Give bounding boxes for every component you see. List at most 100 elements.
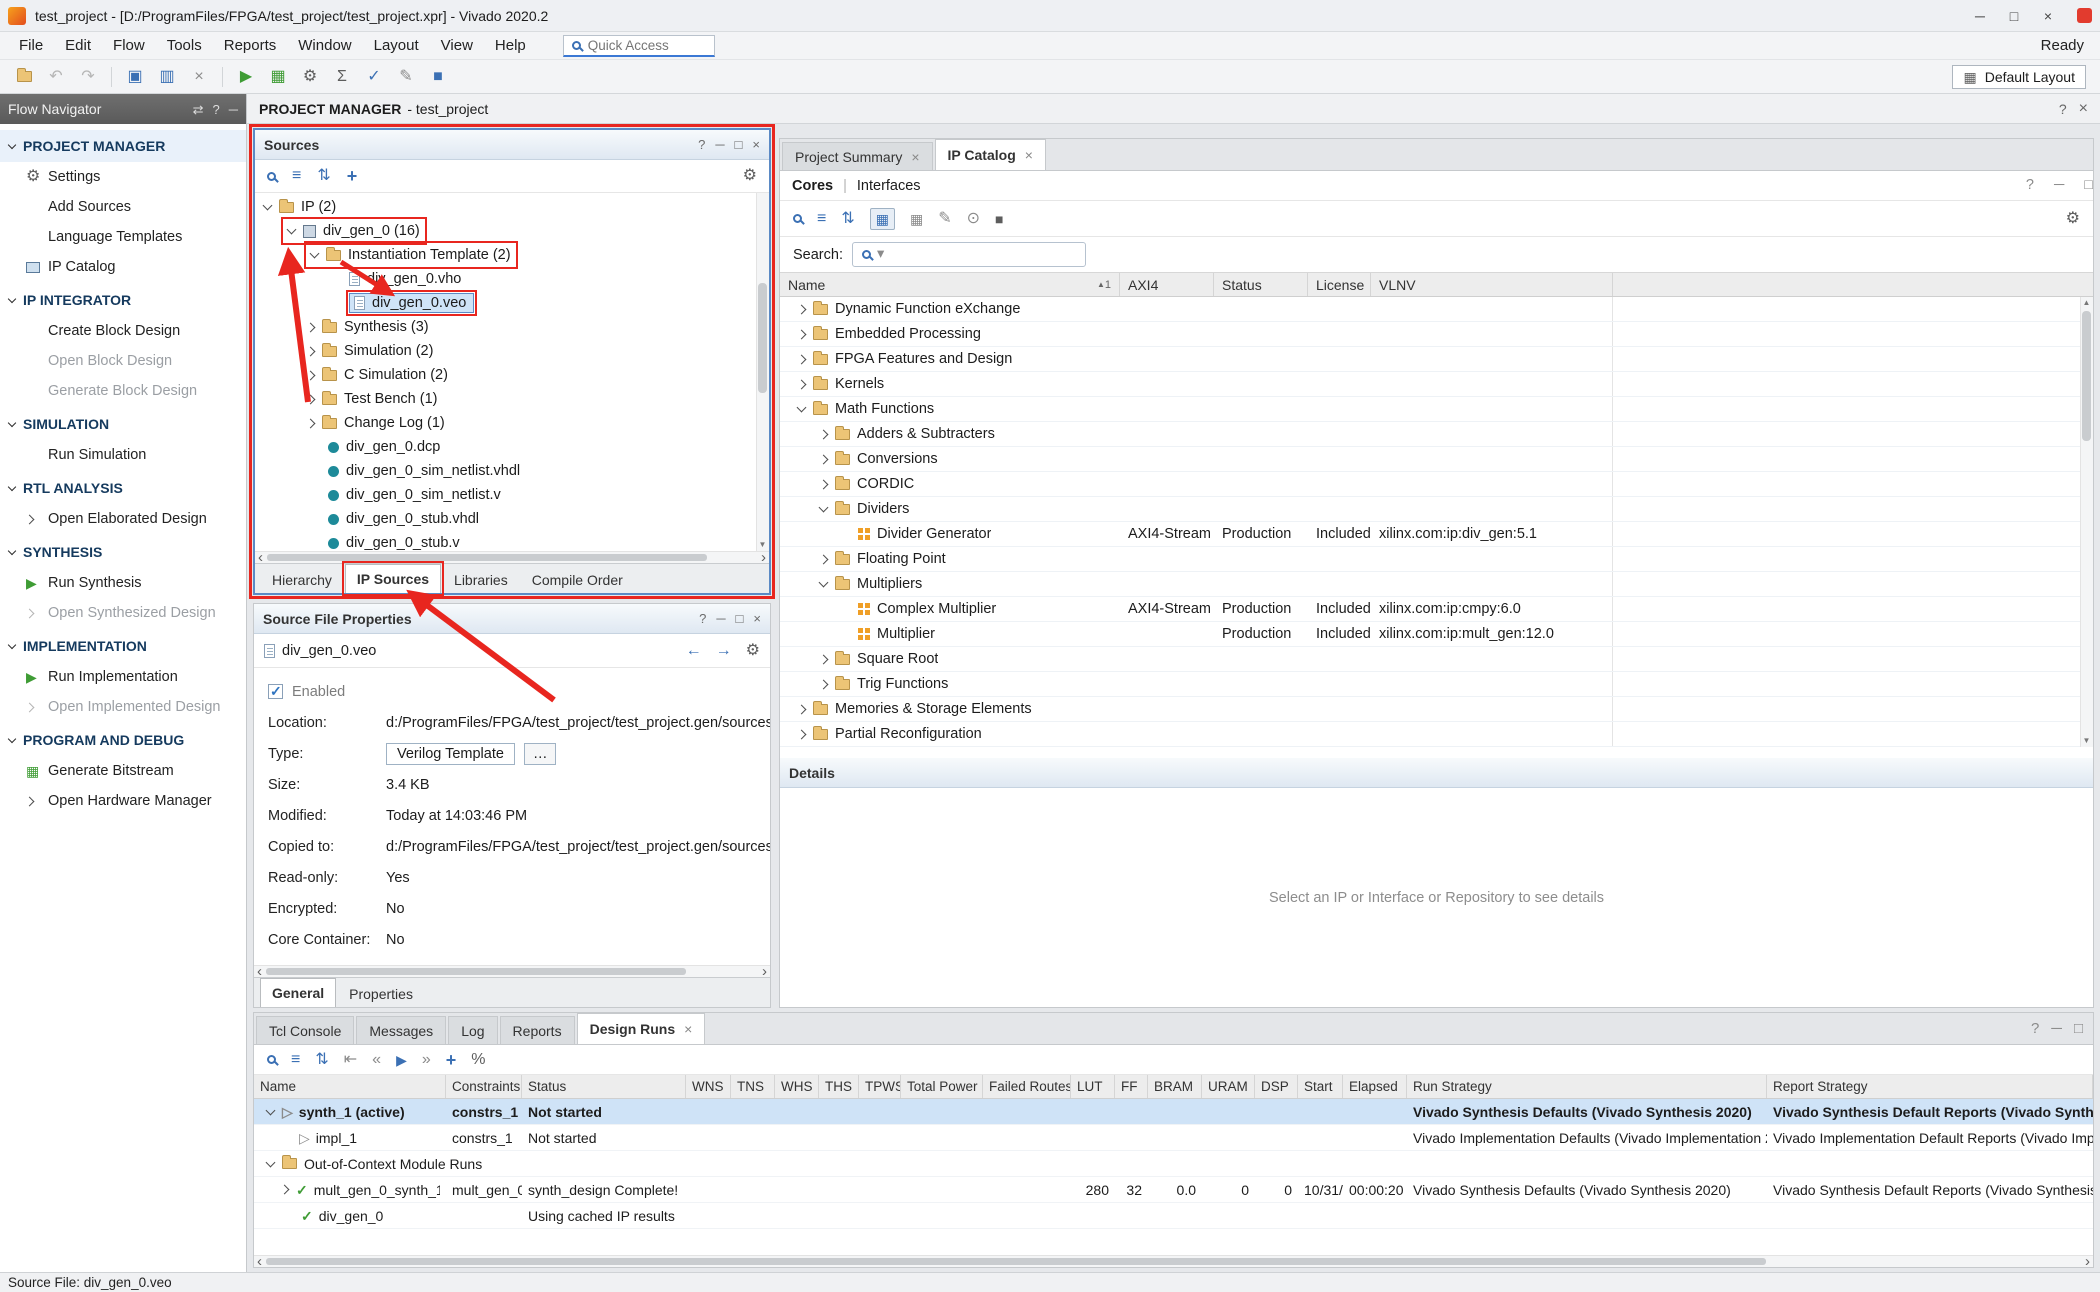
help-icon[interactable]	[2059, 102, 2067, 116]
search-icon[interactable]	[267, 1055, 276, 1064]
chevron-right-icon[interactable]	[306, 418, 316, 428]
tab-ip-sources[interactable]: IP Sources	[345, 564, 441, 593]
details-icon[interactable]	[995, 212, 1003, 226]
catalog-search-input[interactable]	[890, 247, 1076, 262]
flow-item-ip-catalog[interactable]: IP Catalog	[0, 252, 246, 282]
chevron-down-icon[interactable]	[819, 503, 829, 513]
tab-reports[interactable]: Reports	[500, 1016, 575, 1044]
tree-item-sim-netlist-vhdl[interactable]: div_gen_0_sim_netlist.vhdl	[255, 459, 769, 483]
minimize-panel-icon[interactable]	[2054, 178, 2064, 193]
chevron-right-icon[interactable]	[819, 654, 829, 664]
float-panel-icon[interactable]	[736, 612, 744, 625]
flow-item-run-implementation[interactable]: Run Implementation	[0, 662, 246, 692]
column-axi4[interactable]: AXI4	[1120, 273, 1214, 296]
menu-help[interactable]: Help	[484, 32, 537, 59]
tree-item-div-gen-0-veo[interactable]: div_gen_0.veo	[255, 291, 769, 315]
minimize-panel-icon[interactable]	[715, 138, 724, 151]
column-failed-routes[interactable]: Failed Routes	[983, 1075, 1071, 1098]
chevron-right-icon[interactable]	[819, 454, 829, 464]
tab-project-summary[interactable]: Project Summary	[782, 142, 933, 170]
collapse-all-icon[interactable]	[292, 168, 301, 184]
collapse-icon[interactable]	[229, 103, 238, 116]
minimize-panel-icon[interactable]	[716, 612, 725, 625]
catalog-row-complex-multiplier[interactable]: Complex MultiplierAXI4-StreamProductionI…	[780, 597, 2093, 622]
column-ths[interactable]: THS	[819, 1075, 859, 1098]
column-bram[interactable]: BRAM	[1148, 1075, 1202, 1098]
add-sources-icon[interactable]	[347, 167, 358, 185]
toggle-panel-icon[interactable]	[193, 103, 204, 116]
chevron-right-icon[interactable]	[280, 1185, 290, 1195]
chevron-right-icon[interactable]	[797, 304, 807, 314]
copy-icon[interactable]	[153, 64, 181, 90]
float-panel-icon[interactable]	[735, 138, 743, 151]
catalog-row[interactable]: Adders & Subtracters	[780, 422, 2093, 447]
scrollbar-thumb[interactable]	[267, 554, 707, 561]
chevron-right-icon[interactable]	[797, 729, 807, 739]
tree-item-div-gen-0-dcp[interactable]: div_gen_0.dcp	[255, 435, 769, 459]
menu-file[interactable]: File	[8, 32, 54, 59]
scroll-left-icon[interactable]	[257, 1254, 262, 1269]
column-license[interactable]: License	[1308, 273, 1371, 296]
catalog-row-divider-generator[interactable]: Divider GeneratorAXI4-StreamProductionIn…	[780, 522, 2093, 547]
flow-section-project-manager[interactable]: PROJECT MANAGER	[0, 130, 246, 162]
back-icon[interactable]	[686, 643, 702, 659]
column-constraints[interactable]: Constraints	[446, 1075, 522, 1098]
scroll-down-icon[interactable]	[2081, 737, 2092, 745]
vertical-scrollbar[interactable]	[2080, 297, 2093, 747]
flow-item-language-templates[interactable]: Language Templates	[0, 222, 246, 252]
chevron-down-icon[interactable]	[819, 578, 829, 588]
close-tab-icon[interactable]	[684, 1022, 692, 1036]
settings-icon[interactable]	[746, 643, 760, 659]
analysis-icon[interactable]	[264, 64, 292, 90]
close-panel-icon[interactable]	[752, 138, 760, 151]
flow-item-create-block-design[interactable]: Create Block Design	[0, 316, 246, 346]
tab-design-runs[interactable]: Design Runs	[577, 1013, 706, 1044]
menu-view[interactable]: View	[430, 32, 484, 59]
flow-item-open-implemented-design[interactable]: Open Implemented Design	[0, 692, 246, 722]
edit-icon[interactable]	[392, 64, 420, 90]
chevron-right-icon[interactable]	[306, 346, 316, 356]
catalog-row[interactable]: Conversions	[780, 447, 2093, 472]
minimize-icon[interactable]	[1963, 9, 1997, 23]
column-status[interactable]: Status	[522, 1075, 686, 1098]
tab-compile-order[interactable]: Compile Order	[521, 567, 634, 593]
float-panel-icon[interactable]	[2074, 1021, 2083, 1036]
catalog-row[interactable]: Kernels	[780, 372, 2093, 397]
browse-button[interactable]: …	[524, 743, 557, 765]
tree-item-change-log[interactable]: Change Log (1)	[255, 411, 769, 435]
expand-collapse-icon[interactable]	[315, 1052, 328, 1068]
scroll-down-icon[interactable]	[757, 541, 768, 549]
flow-item-open-hardware-manager[interactable]: Open Hardware Manager	[0, 786, 246, 816]
sum-icon[interactable]	[328, 64, 356, 90]
tab-tcl-console[interactable]: Tcl Console	[256, 1016, 354, 1044]
tab-log[interactable]: Log	[448, 1016, 497, 1044]
tree-item-simulation[interactable]: Simulation (2)	[255, 339, 769, 363]
step-back-icon[interactable]	[344, 1052, 357, 1068]
run-row-synth-1[interactable]: synth_1 (active) constrs_1 Not started V…	[254, 1099, 2093, 1125]
settings-icon[interactable]	[2066, 211, 2080, 227]
catalog-row[interactable]: Dynamic Function eXchange	[780, 297, 2093, 322]
flow-item-open-block-design[interactable]: Open Block Design	[0, 346, 246, 376]
expand-collapse-icon[interactable]	[317, 168, 330, 184]
column-total-power[interactable]: Total Power	[901, 1075, 983, 1098]
scroll-right-icon[interactable]	[2085, 1254, 2090, 1269]
flow-section-synthesis[interactable]: SYNTHESIS	[0, 536, 246, 568]
close-icon[interactable]	[2031, 9, 2065, 23]
column-elapsed[interactable]: Elapsed	[1343, 1075, 1407, 1098]
horizontal-scrollbar[interactable]	[254, 1255, 2093, 1267]
chevron-right-icon[interactable]	[306, 322, 316, 332]
close-tab-icon[interactable]	[1025, 148, 1033, 162]
flow-item-run-simulation[interactable]: Run Simulation	[0, 440, 246, 470]
column-lut[interactable]: LUT	[1071, 1075, 1115, 1098]
report-icon[interactable]	[424, 64, 452, 90]
column-name[interactable]: Name1	[780, 273, 1120, 296]
close-panel-icon[interactable]	[753, 612, 761, 625]
layout-selector[interactable]: Default Layout	[1952, 65, 2086, 89]
flow-item-generate-bitstream[interactable]: Generate Bitstream	[0, 756, 246, 786]
percent-icon[interactable]	[471, 1052, 485, 1068]
flow-item-settings[interactable]: Settings	[0, 162, 246, 192]
flow-section-ip-integrator[interactable]: IP INTEGRATOR	[0, 284, 246, 316]
close-tab-icon[interactable]	[911, 150, 919, 164]
customize-icon[interactable]	[938, 211, 951, 227]
column-tpws[interactable]: TPWS	[859, 1075, 901, 1098]
